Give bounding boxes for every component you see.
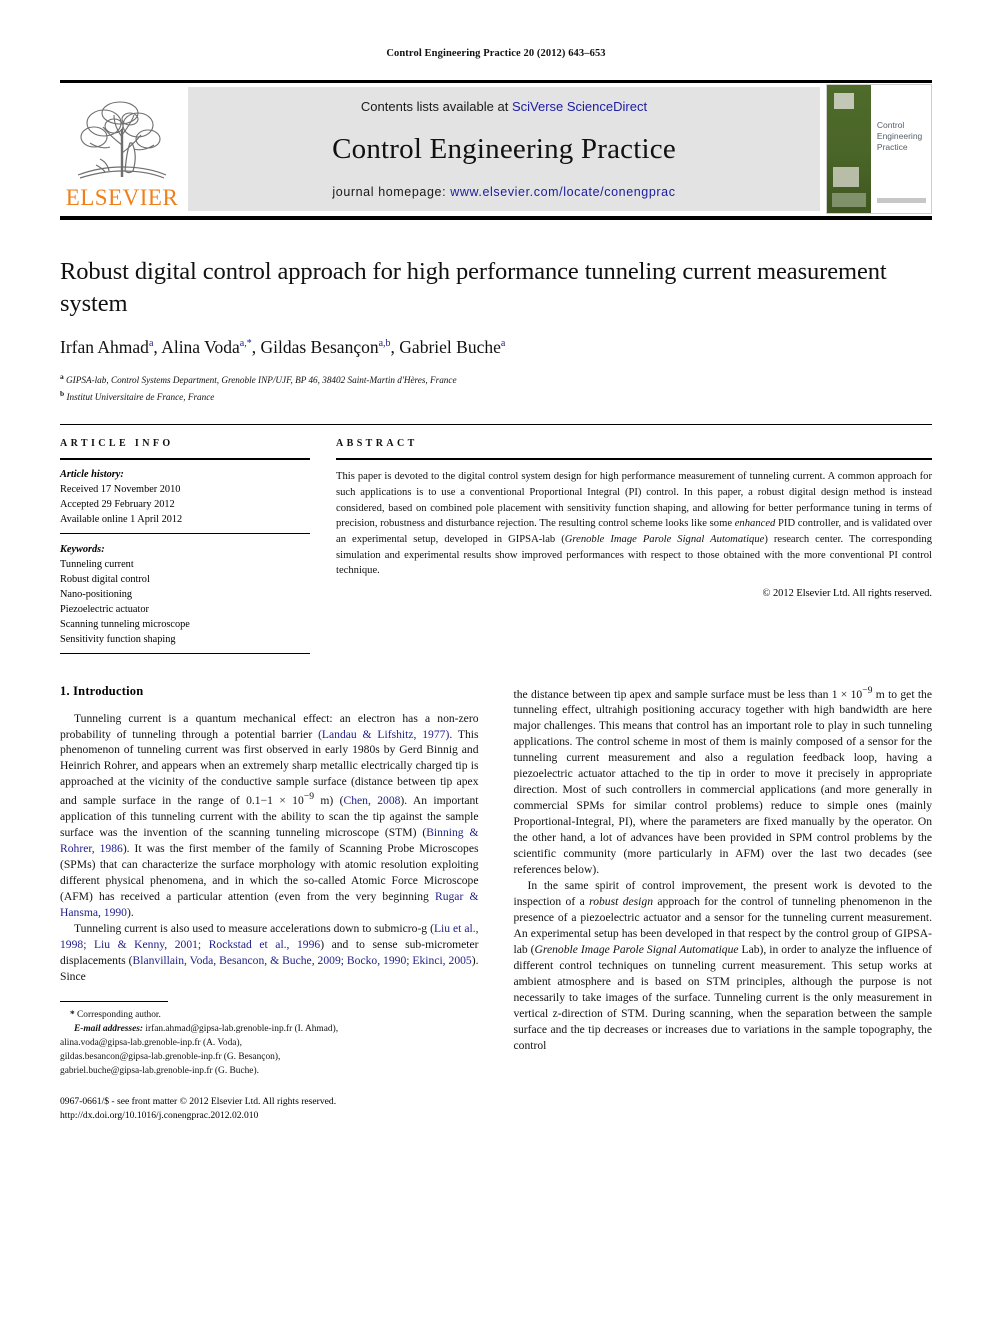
email-3[interactable]: gildas.besancon@gipsa-lab.grenoble-inp.f… (60, 1051, 479, 1065)
cover-footer-bar (876, 198, 926, 203)
abstract-emphasis-2: Grenoble Image Parole Signal Automatique (564, 534, 765, 546)
emphasis: robust design (589, 895, 653, 909)
history-keywords-divider (60, 533, 310, 535)
author-list: Irfan Ahmada, Alina Vodaa,*, Gildas Besa… (60, 336, 506, 357)
author-2-affil-marker: a,* (239, 337, 252, 349)
email-label: E-mail addresses: (74, 1024, 144, 1035)
contents-available-line: Contents lists available at SciVerse Sci… (361, 99, 647, 114)
keyword-item: Sensitivity function shaping (60, 633, 176, 645)
email-4[interactable]: gabriel.buche@gipsa-lab.grenoble-inp.fr … (60, 1065, 479, 1079)
text-run: the distance between tip apex and sample… (513, 687, 863, 701)
history-accepted: Accepted 29 February 2012 (60, 499, 175, 511)
affiliation-a: a GIPSA-lab, Control Systems Department,… (60, 371, 457, 385)
citation-link[interactable]: (Landau & Lifshitz, 1977) (318, 728, 449, 741)
asterisk-icon: * (70, 1010, 75, 1021)
keyword-item: Robust digital control (60, 573, 150, 585)
author-1-affil-marker: a (148, 337, 154, 349)
journal-header-band: Contents lists available at SciVerse Sci… (188, 87, 820, 211)
text-run: ). (126, 906, 134, 920)
article-info-heading: ARTICLE INFO (60, 438, 174, 450)
affiliations: a GIPSA-lab, Control Systems Department,… (60, 371, 932, 405)
corresponding-author-note: * Corresponding author. (70, 1010, 161, 1021)
text-run: ). It was the first member of the family… (60, 842, 479, 904)
keyword-item: Scanning tunneling microscope (60, 618, 190, 630)
superscript: −9 (862, 684, 873, 696)
citation-link[interactable]: Chen, 2008 (344, 794, 401, 807)
cover-society-mark (833, 167, 859, 187)
paragraph: Tunneling current is also used to measur… (60, 921, 479, 985)
journal-cover-thumbnail: Control Engineering Practice (826, 84, 932, 214)
email-2[interactable]: alina.voda@gipsa-lab.grenoble-inp.fr (A.… (60, 1037, 479, 1051)
author-4: Gabriel Buchea (399, 336, 506, 357)
page-title: Robust digital control approach for high… (60, 258, 887, 318)
doi-link[interactable]: http://dx.doi.org/10.1016/j.conengprac.2… (60, 1109, 479, 1123)
history-online: Available online 1 April 2012 (60, 514, 183, 526)
text-run: m to get the tunneling effect, ultrahigh… (513, 687, 933, 877)
body-column-right: the distance between tip apex and sample… (514, 684, 933, 1124)
article-info-rule (60, 458, 310, 461)
text-run: Lab), in order to analyze the influence … (513, 943, 933, 1053)
elsevier-wordmark: ELSEVIER (65, 185, 179, 210)
affiliation-b: b Institut Universitaire de France, Fran… (60, 388, 215, 402)
running-head: Control Engineering Practice 20 (2012) 6… (386, 48, 606, 59)
author-4-affil-marker: a (500, 337, 506, 349)
body-column-left: 1. Introduction Tunneling current is a q… (60, 684, 479, 1124)
journal-masthead: ELSEVIER Contents lists available at Sci… (60, 80, 932, 220)
paragraph: the distance between tip apex and sample… (514, 684, 933, 879)
cover-title-text: Control Engineering Practice (876, 119, 923, 153)
article-history-label: Article history: (60, 469, 124, 481)
keywords-block: Keywords: Tunneling current Robust digit… (60, 543, 310, 652)
citation-link[interactable]: Blanvillain, Voda, Besancon, & Buche, 20… (133, 954, 472, 967)
paragraph: In the same spirit of control improvemen… (514, 878, 933, 1054)
keyword-item: Nano-positioning (60, 588, 133, 600)
journal-title: Control Engineering Practice (332, 133, 676, 165)
section-heading-introduction: 1. Introduction (60, 683, 144, 698)
abstract-copyright: © 2012 Elsevier Ltd. All rights reserved… (762, 588, 933, 600)
article-info-column: ARTICLE INFO Article history: Received 1… (60, 438, 310, 654)
abstract-column: ABSTRACT This paper is devoted to the di… (336, 438, 932, 653)
cover-publisher-mark (834, 93, 854, 109)
footnote-block: * Corresponding author. E-mail addresses… (60, 1009, 479, 1079)
cover-issn-mark (832, 193, 866, 207)
superscript: −9 (303, 791, 315, 803)
author-2: Alina Vodaa,* (161, 336, 252, 357)
paper-page: Control Engineering Practice 20 (2012) 6… (0, 0, 992, 1323)
imprint-block: 0967-0661/$ - see front matter © 2012 El… (60, 1095, 479, 1124)
keywords-bottom-rule (60, 652, 310, 654)
author-1: Irfan Ahmada (60, 336, 154, 357)
issn-copyright-line: 0967-0661/$ - see front matter © 2012 El… (60, 1095, 337, 1107)
keywords-label: Keywords: (60, 544, 105, 556)
abstract-text: This paper is devoted to the digital con… (336, 469, 932, 579)
history-received: Received 17 November 2010 (60, 484, 181, 496)
text-run: m) ( (314, 794, 344, 808)
emphasis: Grenoble Image Parole Signal Automatique (534, 943, 739, 957)
email-1[interactable]: irfan.ahmad@gipsa-lab.grenoble-inp.fr (I… (145, 1024, 338, 1034)
article-history: Article history: Received 17 November 20… (60, 468, 310, 533)
text-run: Tunneling current is also used to measur… (74, 922, 434, 936)
abstract-heading: ABSTRACT (336, 438, 418, 450)
info-abstract-region: ARTICLE INFO Article history: Received 1… (60, 424, 932, 654)
author-3-affil-marker: a,b (378, 337, 391, 349)
elsevier-tree-icon (77, 101, 167, 179)
author-3: Gildas Besançona,b (260, 336, 391, 357)
paragraph: Tunneling current is a quantum mechanica… (60, 711, 479, 922)
sciencedirect-link[interactable]: SciVerse ScienceDirect (512, 99, 647, 114)
abstract-emphasis-1: enhanced (734, 518, 776, 530)
email-addresses: E-mail addresses: irfan.ahmad@gipsa-lab.… (60, 1023, 479, 1037)
body-columns: 1. Introduction Tunneling current is a q… (60, 684, 932, 1124)
footnote-divider (60, 1001, 168, 1003)
abstract-rule (336, 458, 932, 461)
keyword-item: Piezoelectric actuator (60, 603, 149, 615)
keyword-item: Tunneling current (60, 558, 134, 570)
contents-prefix: Contents lists available at (360, 99, 512, 114)
homepage-prefix: journal homepage: (332, 185, 451, 199)
elsevier-logo: ELSEVIER (60, 87, 184, 211)
journal-homepage-line: journal homepage: www.elsevier.com/locat… (332, 185, 675, 199)
journal-homepage-link[interactable]: www.elsevier.com/locate/conengprac (450, 185, 675, 199)
